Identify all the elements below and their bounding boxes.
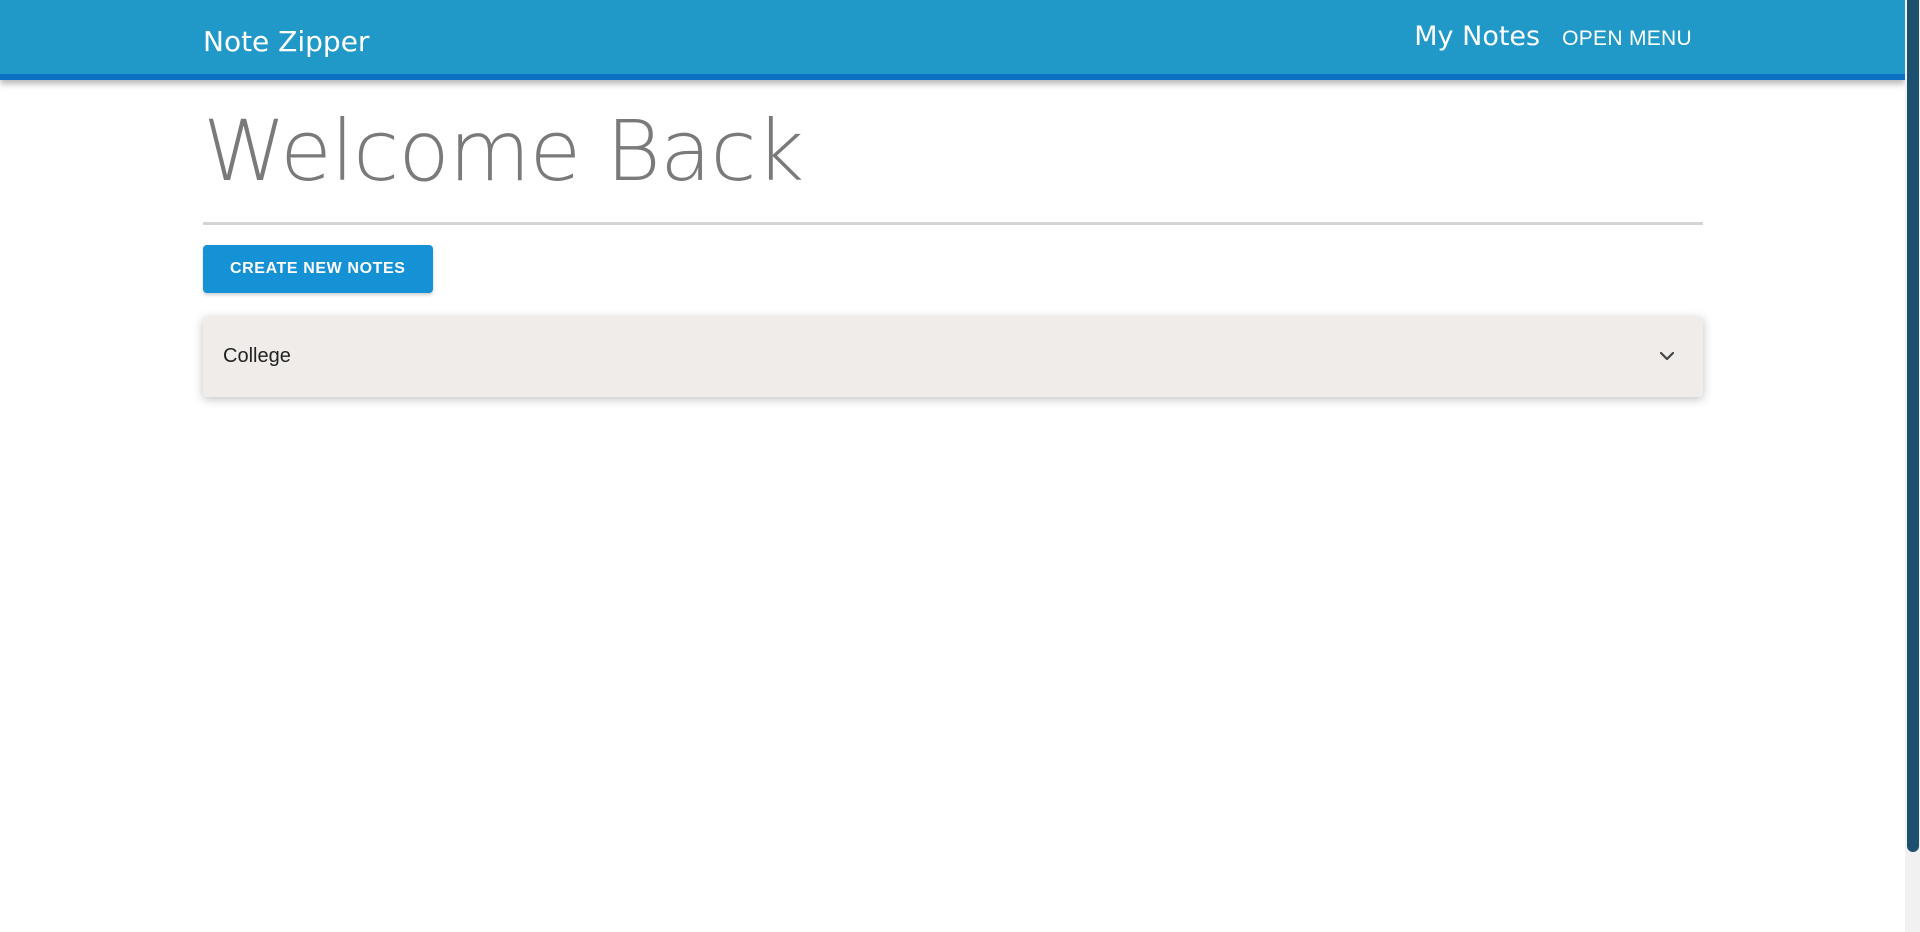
title-divider xyxy=(203,222,1703,225)
note-accordion[interactable]: College xyxy=(203,317,1703,397)
page-title: Welcome Back xyxy=(203,102,804,200)
page-scrollbar[interactable] xyxy=(1905,0,1920,932)
scrollbar-thumb[interactable] xyxy=(1907,0,1919,852)
chevron-down-icon[interactable] xyxy=(1659,348,1675,364)
note-title: College xyxy=(223,345,291,367)
create-new-notes-button[interactable]: CREATE NEW NOTES xyxy=(203,245,433,293)
page: Note Zipper My Notes OPEN MENU Welcome B… xyxy=(0,0,1920,932)
main-content: Welcome Back CREATE NEW NOTES College xyxy=(203,94,1703,397)
brand-link[interactable]: Note Zipper xyxy=(203,25,369,59)
navbar: Note Zipper My Notes OPEN MENU xyxy=(0,0,1905,80)
nav-right: My Notes OPEN MENU xyxy=(1414,18,1692,56)
my-notes-link[interactable]: My Notes xyxy=(1414,20,1540,54)
open-menu-button[interactable]: OPEN MENU xyxy=(1562,22,1692,56)
